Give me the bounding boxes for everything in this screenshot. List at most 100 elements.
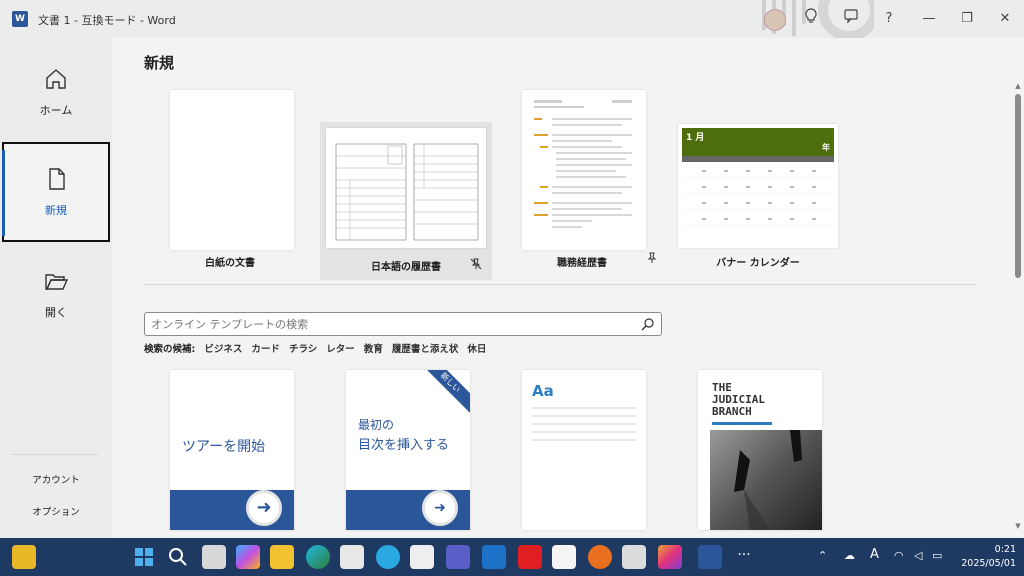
scroll-down-icon[interactable]: ▼	[1014, 522, 1022, 530]
suggestion-flyer[interactable]: チラシ	[289, 344, 317, 355]
scroll-up-icon[interactable]: ▲	[1014, 82, 1022, 90]
more-apps-icon[interactable]: ···	[732, 545, 756, 569]
taskbar: ··· ⌃ ☁ A ◠ ◁ ▭ 0:21 2025/05/01	[0, 538, 1024, 576]
chevron-up-icon[interactable]: ⌃	[818, 549, 827, 562]
calendar-grid	[682, 170, 834, 227]
scroll-thumb[interactable]	[1015, 94, 1021, 278]
home-icon	[46, 69, 66, 89]
user-avatar[interactable]	[764, 9, 786, 31]
mobile-app-icon[interactable]	[410, 545, 434, 569]
help-button[interactable]: ?	[878, 8, 900, 30]
system-clock[interactable]: 0:21 2025/05/01	[961, 543, 1016, 571]
pinned-icon[interactable]	[470, 258, 482, 270]
nav-label-open: 開く	[45, 306, 67, 319]
search-suggestions: 検索の候補: ビジネス カード チラシ レター 教育 履歴書と添え状 休日	[144, 341, 492, 355]
nav-label-home: ホーム	[39, 104, 73, 117]
title-bar: W 文書 1 - 互換モード - Word ? — ❐ ✕	[0, 0, 1024, 38]
rakuten-icon[interactable]	[552, 545, 576, 569]
options-link[interactable]: オプション	[0, 504, 112, 518]
cloud-icon[interactable]: ☁	[844, 549, 855, 562]
app-icon-orange[interactable]	[588, 545, 612, 569]
search-taskbar-icon[interactable]	[166, 545, 190, 569]
nav-label-new: 新規	[45, 204, 67, 217]
template-caption: バナー カレンダー	[716, 258, 800, 269]
feedback-icon[interactable]	[840, 8, 862, 30]
template-caption: 職務経歴書	[557, 258, 607, 269]
window-title: 文書 1 - 互換モード - Word	[38, 14, 176, 27]
backstage-nav: ホーム 新規 開く アカウント オプション	[0, 38, 112, 538]
search-icon[interactable]	[641, 317, 655, 331]
calendar-banner: 1 月 年	[682, 128, 834, 156]
template-search-input[interactable]	[151, 316, 631, 332]
word-app-icon: W	[12, 11, 28, 27]
template-judicial-branch[interactable]: THE JUDICIAL BRANCH	[698, 370, 822, 530]
nav-item-new[interactable]: 新規	[2, 142, 110, 242]
tour-text: ツアーを開始	[182, 439, 266, 455]
judicial-subtitle-bar	[712, 422, 772, 425]
teams-icon[interactable]	[446, 545, 470, 569]
folder-open-icon	[45, 274, 69, 290]
speaker-icon[interactable]: ◁	[914, 549, 922, 562]
suggestion-business[interactable]: ビジネス	[204, 344, 242, 355]
minimize-button[interactable]: —	[918, 8, 940, 30]
template-thumbnail	[326, 128, 486, 248]
template-japanese-resume[interactable]: 日本語の履歴書	[320, 122, 492, 280]
new-document-icon	[49, 168, 65, 190]
suggestion-letter[interactable]: レター	[326, 344, 355, 355]
suggestion-education[interactable]: 教育	[364, 344, 383, 355]
template-blank-document[interactable]: 白紙の文書	[144, 76, 316, 269]
wifi-icon[interactable]: ◠	[894, 549, 904, 562]
judicial-title: THE JUDICIAL BRANCH	[712, 382, 765, 418]
widgets-icon[interactable]	[12, 545, 36, 569]
template-styles-aa[interactable]: Aa	[522, 370, 646, 530]
close-button[interactable]: ✕	[994, 8, 1016, 30]
file-explorer-icon[interactable]	[270, 545, 294, 569]
text-lines	[532, 407, 636, 441]
task-view-icon[interactable]	[202, 545, 226, 569]
template-take-tour[interactable]: ツアーを開始 ➜	[170, 370, 294, 530]
clock-date: 2025/05/01	[961, 558, 1016, 569]
copilot-icon[interactable]	[236, 545, 260, 569]
vertical-scrollbar[interactable]: ▲ ▼	[1014, 82, 1022, 532]
calendar-year: 年	[822, 143, 830, 152]
template-thumbnail: 1 月 年	[678, 124, 838, 248]
instagram-icon[interactable]	[658, 545, 682, 569]
judicial-line3: BRANCH	[712, 405, 752, 418]
insert-document-icon: ➜	[422, 490, 458, 526]
pin-icon[interactable]	[646, 252, 658, 264]
tips-icon[interactable]	[376, 545, 400, 569]
lightbulb-icon[interactable]	[800, 8, 822, 30]
template-insert-toc[interactable]: 新しい 最初の 目次を挿入する ➜	[346, 370, 470, 530]
new-badge: 新しい	[416, 370, 470, 417]
aa-text: Aa	[532, 382, 554, 400]
outlook-icon[interactable]	[482, 545, 506, 569]
nav-item-home[interactable]: ホーム	[2, 44, 110, 144]
ime-indicator[interactable]: A	[870, 547, 879, 562]
suggestion-resume[interactable]: 履歴書と添え状	[392, 344, 459, 355]
nav-separator	[12, 454, 98, 455]
section-divider	[144, 284, 976, 285]
store-icon[interactable]	[340, 545, 364, 569]
template-search-box[interactable]	[144, 312, 662, 336]
template-job-history[interactable]: 職務経歴書	[496, 76, 668, 269]
arrow-right-icon: ➜	[246, 490, 282, 526]
restore-button[interactable]: ❐	[956, 8, 978, 30]
suggestion-holiday[interactable]: 休日	[467, 344, 486, 355]
suggestion-card[interactable]: カード	[251, 344, 280, 355]
edge-icon[interactable]	[306, 545, 330, 569]
template-caption: 白紙の文書	[205, 258, 255, 269]
template-caption: 日本語の履歴書	[371, 262, 441, 273]
app-icon-documents[interactable]	[622, 545, 646, 569]
account-link[interactable]: アカウント	[0, 472, 112, 486]
calendar-weekday-row	[682, 156, 834, 162]
start-icon[interactable]	[132, 545, 156, 569]
calendar-month: 1 月	[686, 133, 705, 143]
toc-text-line1: 最初の	[358, 418, 395, 432]
template-banner-calendar[interactable]: 1 月 年 バナー カレンダー	[672, 76, 844, 269]
nav-item-open[interactable]: 開く	[2, 246, 110, 346]
youtube-icon[interactable]	[518, 545, 542, 569]
page-title: 新規	[144, 54, 175, 72]
battery-icon[interactable]: ▭	[932, 549, 942, 562]
template-thumbnail	[522, 90, 646, 250]
word-taskbar-icon[interactable]	[698, 545, 722, 569]
